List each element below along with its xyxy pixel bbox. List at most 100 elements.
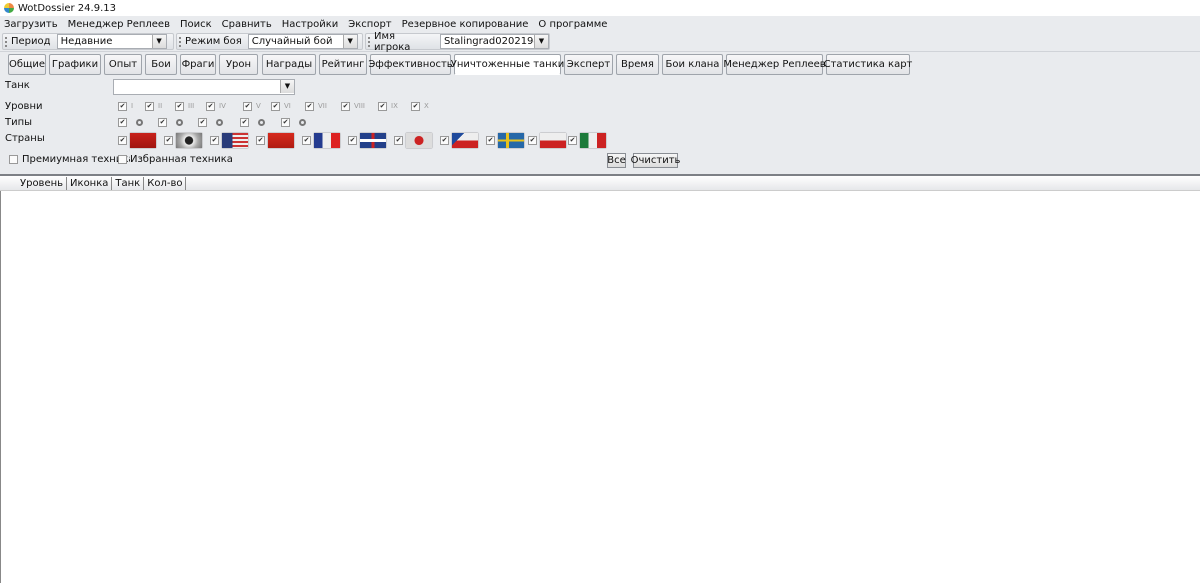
td-icon [258,119,265,126]
level-label: VI [284,102,291,110]
tab-frags[interactable]: Фраги [180,54,216,75]
mode-label: Режим боя [185,36,242,47]
level-label: VIII [354,102,365,110]
flag-sweden-icon [498,133,524,148]
chevron-down-icon[interactable]: ▼ [342,35,357,48]
filter-panel: Общие Графики Опыт Бои Фраги Урон Наград… [0,52,1200,174]
tab-damage[interactable]: Урон [219,54,258,75]
favorite-label: Избранная техника [130,154,233,165]
level-checkbox[interactable]: ✔ [271,102,280,111]
tab-charts[interactable]: Графики [49,54,101,75]
column-icon[interactable]: Иконка [67,176,113,190]
tab-experience[interactable]: Опыт [104,54,142,75]
level-checkbox[interactable]: ✔ [206,102,215,111]
level-label: III [188,102,195,110]
flag-ussr-icon [130,133,156,148]
level-checkbox[interactable]: ✔ [378,102,387,111]
tab-map-stats[interactable]: Статистика карт [824,54,912,75]
favorite-checkbox[interactable] [118,155,127,164]
flag-germany-icon [176,133,202,148]
flag-japan-icon [406,133,432,148]
premium-checkbox[interactable] [9,155,18,164]
menu-settings[interactable]: Настройки [282,19,338,30]
menu-bar: Загрузить Менеджер Реплеев Поиск Сравнит… [0,16,1200,32]
type-checkbox[interactable]: ✔ [158,118,167,127]
country-checkbox[interactable]: ✔ [256,136,265,145]
period-label: Период [11,36,51,47]
type-checkbox[interactable]: ✔ [118,118,127,127]
tab-expert[interactable]: Эксперт [564,54,613,75]
level-checkbox[interactable]: ✔ [411,102,420,111]
tab-awards[interactable]: Награды [262,54,316,75]
countries-label: Страны [5,133,45,144]
menu-search[interactable]: Поиск [180,19,212,30]
level-label: I [131,102,134,110]
menu-about[interactable]: О программе [538,19,607,30]
level-label: VII [318,102,327,110]
level-checkbox[interactable]: ✔ [305,102,314,111]
flag-china-icon [268,133,294,148]
country-checkbox[interactable]: ✔ [302,136,311,145]
tab-clan-battles[interactable]: Бои клана [662,54,723,75]
level-checkbox[interactable]: ✔ [243,102,252,111]
chevron-down-icon[interactable]: ▼ [280,80,294,93]
country-checkbox[interactable]: ✔ [118,136,127,145]
country-checkbox[interactable]: ✔ [348,136,357,145]
column-tank[interactable]: Танк [112,176,145,190]
period-value: Недавние [60,36,113,47]
mode-value: Случайный бой [251,36,333,47]
period-select[interactable]: Недавние ▼ [56,34,167,49]
country-checkbox[interactable]: ✔ [210,136,219,145]
tab-battles[interactable]: Бои [145,54,177,75]
level-checkbox[interactable]: ✔ [175,102,184,111]
player-label: Имя игрока [374,30,411,53]
country-checkbox[interactable]: ✔ [394,136,403,145]
levels-label: Уровни [5,101,43,112]
country-checkbox[interactable]: ✔ [528,136,537,145]
heavy-tank-icon [216,119,223,126]
level-checkbox[interactable]: ✔ [118,102,127,111]
tab-time[interactable]: Время [616,54,659,75]
tab-replay-manager[interactable]: Менеджер Реплеев [723,54,826,75]
country-checkbox[interactable]: ✔ [486,136,495,145]
level-checkbox[interactable]: ✔ [341,102,350,111]
tab-rating[interactable]: Рейтинг [319,54,367,75]
menu-export[interactable]: Экспорт [348,19,391,30]
type-checkbox[interactable]: ✔ [240,118,249,127]
type-checkbox[interactable]: ✔ [198,118,207,127]
light-tank-icon [136,119,143,126]
tank-select[interactable]: ▼ [113,79,295,95]
tab-general[interactable]: Общие [8,54,46,75]
tab-destroyed-tanks[interactable]: Уничтоженные танки [451,54,564,75]
level-checkbox[interactable]: ✔ [145,102,154,111]
column-level[interactable]: Уровень [17,176,68,190]
select-all-button[interactable]: Все [607,153,626,168]
app-icon [4,3,14,13]
flag-uk-icon [360,133,386,148]
grid-body [0,191,1200,583]
player-select[interactable]: Stalingrad02021943 ▼ [440,34,549,49]
flag-czech-icon [452,133,478,148]
period-group: Период Недавние ▼ [2,33,174,50]
tab-efficiency[interactable]: Эффективность [368,54,453,75]
chevron-down-icon[interactable]: ▼ [151,35,166,48]
mode-select[interactable]: Случайный бой ▼ [247,34,358,49]
menu-replay-manager[interactable]: Менеджер Реплеев [68,19,170,30]
chevron-down-icon[interactable]: ▼ [534,35,548,48]
country-checkbox[interactable]: ✔ [440,136,449,145]
type-checkbox[interactable]: ✔ [281,118,290,127]
mode-group: Режим боя Случайный бой ▼ [176,33,363,50]
clear-button[interactable]: Очистить [631,153,680,168]
country-checkbox[interactable]: ✔ [164,136,173,145]
flag-france-icon [314,133,340,148]
menu-backup[interactable]: Резервное копирование [402,19,529,30]
menu-compare[interactable]: Сравнить [222,19,272,30]
column-count[interactable]: Кол-во [144,176,187,190]
menu-load[interactable]: Загрузить [4,19,58,30]
flag-usa-icon [222,133,248,148]
flag-poland-icon [540,133,566,148]
window-title: WotDossier 24.9.13 [18,2,116,14]
medium-tank-icon [176,119,183,126]
level-label: X [424,102,429,110]
country-checkbox[interactable]: ✔ [568,136,577,145]
